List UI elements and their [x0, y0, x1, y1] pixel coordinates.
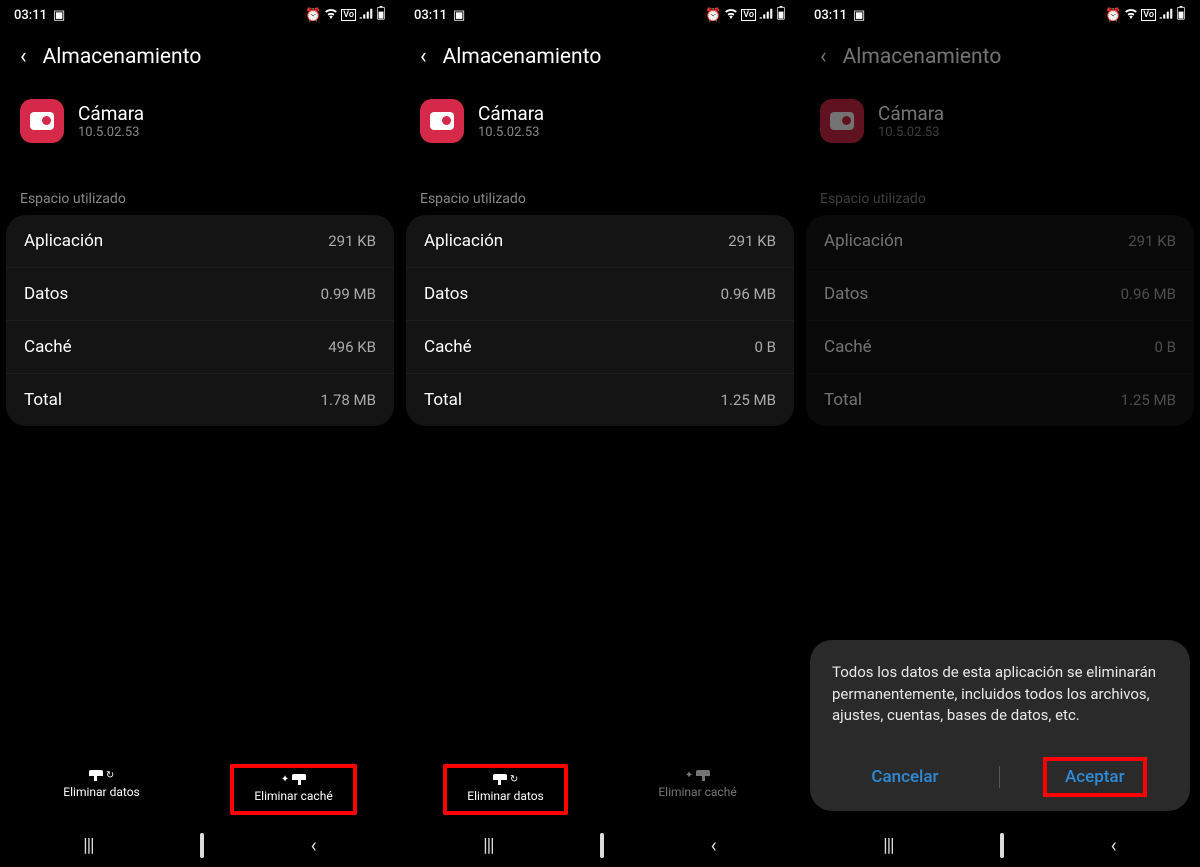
page-header: ‹ Almacenamiento: [800, 26, 1200, 79]
page-title: Almacenamiento: [43, 45, 202, 69]
row-aplicacion: Aplicación291 KB: [6, 215, 394, 267]
alarm-icon: ⏰: [1105, 8, 1121, 23]
dialog-cancel-button[interactable]: Cancelar: [853, 761, 956, 793]
nav-back-button[interactable]: ‹: [311, 833, 317, 857]
status-icons: ⏰ Vo: [1105, 6, 1186, 24]
page-header: ‹ Almacenamiento: [0, 26, 400, 79]
app-info: Cámara 10.5.02.53: [0, 79, 400, 153]
status-time: 03:11: [14, 8, 47, 23]
signal-icon: [759, 7, 773, 23]
nav-recent-button[interactable]: |||: [83, 835, 93, 856]
nav-bar: ||| ‹: [0, 823, 400, 867]
nav-bar: ||| ‹: [400, 823, 800, 867]
volte-icon: Vo: [741, 9, 756, 21]
section-label: Espacio utilizado: [800, 153, 1200, 215]
eliminar-cache-button[interactable]: ✦ Eliminar caché: [638, 764, 756, 815]
app-icon: [20, 99, 64, 143]
status-time: 03:11: [814, 8, 847, 23]
volte-icon: Vo: [1141, 9, 1156, 21]
app-icon: [420, 99, 464, 143]
row-cache: Caché496 KB: [6, 320, 394, 373]
nav-home-button[interactable]: [200, 835, 204, 856]
row-datos: Datos0.99 MB: [6, 267, 394, 320]
storage-card: Aplicación291 KB Datos0.96 MB Caché0 B T…: [406, 215, 794, 426]
page-title: Almacenamiento: [443, 45, 602, 69]
row-total: Total1.25 MB: [406, 373, 794, 426]
row-total: Total1.78 MB: [6, 373, 394, 426]
camera-icon: [830, 112, 854, 130]
dialog-message: Todos los datos de esta aplicación se el…: [832, 662, 1168, 727]
section-label: Espacio utilizado: [0, 153, 400, 215]
phone-screen-3: 03:11 ▣ ⏰ Vo ‹ Almacenamiento Cámara 10.…: [800, 0, 1200, 867]
screenshot-icon: ▣: [53, 8, 65, 23]
nav-back-button[interactable]: ‹: [1111, 833, 1117, 857]
row-total: Total1.25 MB: [806, 373, 1194, 426]
app-name: Cámara: [78, 102, 144, 125]
eliminar-datos-button[interactable]: ↻ Eliminar datos: [43, 764, 159, 815]
camera-icon: [430, 112, 454, 130]
signal-icon: [1159, 7, 1173, 23]
alarm-icon: ⏰: [705, 8, 721, 23]
volte-icon: Vo: [341, 9, 356, 21]
brush-sparkle-icon: ✦: [685, 770, 710, 781]
bottom-actions: ↻ Eliminar datos ✦ Eliminar caché: [0, 760, 400, 819]
battery-icon: [776, 6, 786, 24]
nav-home-button[interactable]: [600, 835, 604, 856]
nav-back-button[interactable]: ‹: [711, 833, 717, 857]
battery-icon: [1176, 6, 1186, 24]
wifi-icon: [324, 7, 338, 23]
nav-recent-button[interactable]: |||: [483, 835, 493, 856]
dialog-divider: [999, 766, 1000, 788]
alarm-icon: ⏰: [305, 8, 321, 23]
status-icons: ⏰ Vo: [705, 6, 786, 24]
nav-bar: ||| ‹: [800, 823, 1200, 867]
status-time: 03:11: [414, 8, 447, 23]
row-datos: Datos0.96 MB: [806, 267, 1194, 320]
app-icon: [820, 99, 864, 143]
back-icon[interactable]: ‹: [820, 44, 827, 69]
wifi-icon: [1124, 7, 1138, 23]
back-icon[interactable]: ‹: [420, 44, 427, 69]
row-datos: Datos0.96 MB: [406, 267, 794, 320]
eliminar-datos-button[interactable]: ↻ Eliminar datos: [443, 764, 567, 815]
status-bar: 03:11 ▣ ⏰ Vo: [800, 0, 1200, 26]
eliminar-cache-button[interactable]: ✦ Eliminar caché: [230, 764, 356, 815]
row-cache: Caché0 B: [806, 320, 1194, 373]
screenshot-icon: ▣: [453, 8, 465, 23]
page-title: Almacenamiento: [843, 45, 1002, 69]
row-aplicacion: Aplicación291 KB: [406, 215, 794, 267]
signal-icon: [359, 7, 373, 23]
app-info: Cámara 10.5.02.53: [400, 79, 800, 153]
storage-card: Aplicación291 KB Datos0.96 MB Caché0 B T…: [806, 215, 1194, 426]
app-version: 10.5.02.53: [878, 125, 944, 140]
battery-icon: [376, 6, 386, 24]
phone-screen-1: 03:11 ▣ ⏰ Vo ‹ Almacenamiento Cámara 10.…: [0, 0, 400, 867]
brush-sparkle-icon: ✦: [281, 774, 306, 785]
status-icons: ⏰ Vo: [305, 6, 386, 24]
back-icon[interactable]: ‹: [20, 44, 27, 69]
app-name: Cámara: [878, 102, 944, 125]
row-aplicacion: Aplicación291 KB: [806, 215, 1194, 267]
brush-icon: ↻: [493, 774, 518, 785]
status-bar: 03:11 ▣ ⏰ Vo: [400, 0, 800, 26]
storage-card: Aplicación291 KB Datos0.99 MB Caché496 K…: [6, 215, 394, 426]
bottom-actions: ↻ Eliminar datos ✦ Eliminar caché: [400, 760, 800, 819]
nav-home-button[interactable]: [1000, 835, 1004, 856]
app-version: 10.5.02.53: [478, 125, 544, 140]
brush-icon: ↻: [89, 770, 114, 781]
page-header: ‹ Almacenamiento: [400, 26, 800, 79]
row-cache: Caché0 B: [406, 320, 794, 373]
phone-screen-2: 03:11 ▣ ⏰ Vo ‹ Almacenamiento Cámara 10.…: [400, 0, 800, 867]
app-name: Cámara: [478, 102, 544, 125]
section-label: Espacio utilizado: [400, 153, 800, 215]
app-version: 10.5.02.53: [78, 125, 144, 140]
camera-icon: [30, 112, 54, 130]
confirm-dialog: Todos los datos de esta aplicación se el…: [810, 640, 1190, 811]
wifi-icon: [724, 7, 738, 23]
dialog-accept-button[interactable]: Aceptar: [1043, 757, 1147, 797]
screenshot-icon: ▣: [853, 8, 865, 23]
nav-recent-button[interactable]: |||: [883, 835, 893, 856]
app-info: Cámara 10.5.02.53: [800, 79, 1200, 153]
status-bar: 03:11 ▣ ⏰ Vo: [0, 0, 400, 26]
